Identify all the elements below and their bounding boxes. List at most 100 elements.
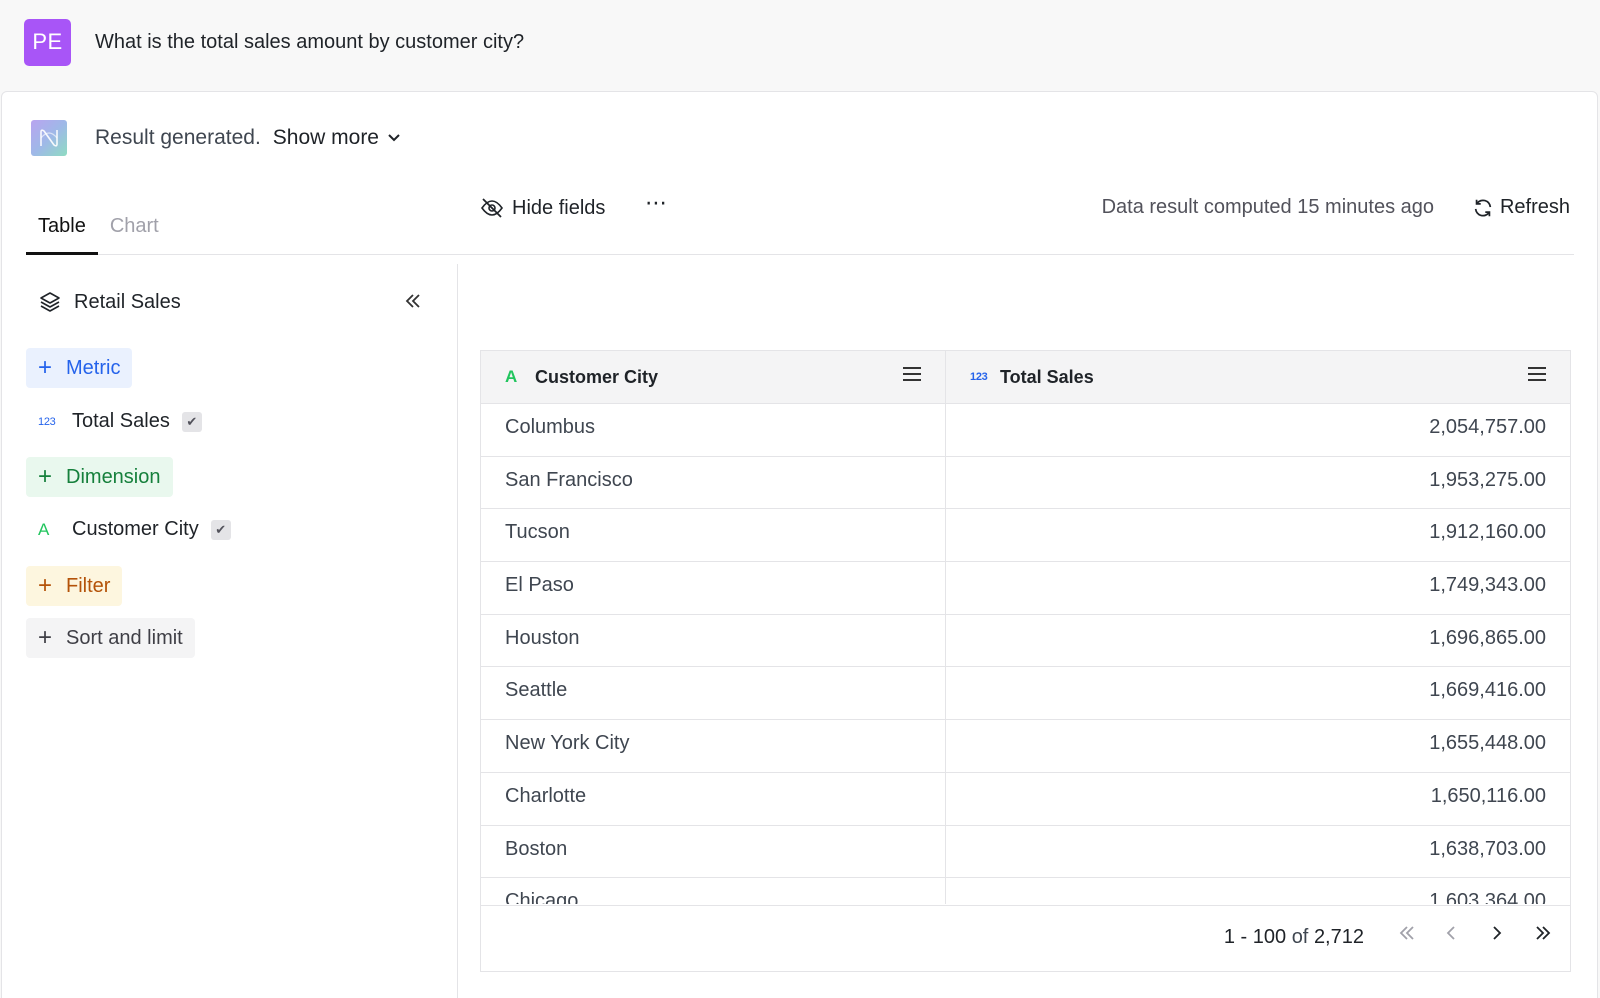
column-header-label: Customer City [535,366,659,387]
chevron-down-icon [388,134,400,142]
table-row: San Francisco 1,953,275.00 [481,456,1570,510]
plus-icon: + [38,624,53,651]
logo-glyph-icon [40,129,58,147]
hide-fields-label: Hide fields [512,196,606,219]
cell-customer-city: Boston [481,825,946,878]
chevron-right-icon [1493,926,1502,940]
cell-total-sales: 2,054,757.00 [1429,416,1546,438]
query-builder-sidebar: Retail Sales + Metric 123 Total Sales ✔ … [26,264,458,998]
table-body: Columbus 2,054,757.00 San Francisco 1,953,2… [481,404,1570,904]
add-dimension-label: Dimension [66,465,161,488]
cell-total-sales: 1,638,703.00 [1429,837,1546,860]
tab-table[interactable]: Table [26,207,98,255]
add-dimension-button[interactable]: + Dimension [26,457,173,497]
table-row: Tucson 1,912,160.00 [481,509,1570,563]
text-type-icon: A [505,367,518,386]
numeric-type-icon: 123 [970,371,988,383]
column-header-total-sales[interactable]: 123 Total Sales [946,351,1570,403]
cell-customer-city: San Francisco [481,456,946,509]
cell-total-sales: 1,650,116.00 [1430,784,1546,807]
text-type-icon: A [38,519,50,539]
computed-status-text: Data result computed 15 minutes ago [1101,196,1434,218]
cell-customer-city: Houston [481,614,946,667]
cell-customer-city: Tucson [481,509,946,562]
sort-and-limit-label: Sort and limit [66,626,183,649]
cell-total-sales: 1,696,865.00 [1429,626,1546,649]
add-filter-label: Filter [66,574,111,597]
metric-field-total-sales[interactable]: 123 Total Sales ✔ [38,410,202,433]
cell-customer-city: Charlotte [481,772,946,825]
cell-total-sales: 1,749,343.00 [1429,574,1546,597]
previous-page-button[interactable] [1442,922,1460,948]
refresh-button[interactable]: Refresh [1472,196,1570,219]
pagination: 1 - 100 of 2,712 [481,905,1570,971]
dataset-name: Retail Sales [74,290,181,313]
table-header: A Customer City 123 Total Sales [481,351,1570,404]
plus-icon: + [38,572,53,599]
show-more-button[interactable]: Show more [273,126,401,150]
tab-chart[interactable]: Chart [98,207,171,255]
table-row: Columbus 2,054,757.00 [481,404,1570,457]
dimension-field-customer-city[interactable]: A Customer City ✔ [38,518,231,541]
add-filter-button[interactable]: + Filter [26,566,123,606]
add-metric-button[interactable]: + Metric [26,348,133,388]
cell-customer-city: Chicago [481,878,946,904]
pagination-total: 2,712 [1313,926,1364,948]
results-table: A Customer City 123 Total Sales Columbus… [480,350,1571,972]
result-status-row: Result generated. Show more [31,120,401,156]
chevrons-left-icon [1399,926,1414,940]
table-toolbar: Hide fields ⋯ Data result computed 15 mi… [480,190,1570,226]
refresh-label: Refresh [1499,196,1570,218]
table-row: Charlotte 1,650,116.00 [481,772,1570,826]
pagination-range-value: 1 - 100 [1223,926,1287,948]
last-page-button[interactable] [1534,922,1552,948]
cell-total-sales: 1,953,275.00 [1429,468,1546,491]
pagination-range: 1 - 100 of 2,712 [1224,926,1364,949]
table-row: Seattle 1,669,416.00 [481,667,1570,721]
first-page-button[interactable] [1398,922,1416,948]
cell-total-sales: 1,603,364.00 [1429,890,1546,904]
table-row: Chicago 1,603,364.00 [481,878,1570,904]
next-page-button[interactable] [1488,922,1506,948]
cell-total-sales: 1,669,416.00 [1429,679,1546,702]
check-icon: ✔ [210,519,231,540]
assistant-logo-icon [31,120,67,156]
table-row: Boston 1,638,703.00 [481,825,1570,879]
check-icon: ✔ [181,411,202,432]
collapse-sidebar-button[interactable] [404,290,422,316]
chevrons-right-icon [1536,926,1551,940]
chevrons-left-icon [405,294,420,308]
layers-icon [40,292,60,312]
cell-customer-city: New York City [481,720,946,772]
chevron-left-icon [1446,926,1455,940]
result-status-text: Result generated. [95,126,261,149]
cell-customer-city: El Paso [481,562,946,614]
column-menu-icon[interactable] [1526,365,1548,389]
add-metric-label: Metric [66,356,121,379]
sort-and-limit-button[interactable]: + Sort and limit [26,618,195,658]
dimension-field-label: Customer City [72,518,199,540]
plus-icon: + [38,354,53,381]
cell-customer-city: Seattle [481,667,946,720]
hide-fields-button[interactable]: Hide fields [480,196,605,220]
dataset-header: Retail Sales [38,290,181,314]
user-avatar: PE [24,18,71,66]
column-header-label: Total Sales [1000,366,1094,387]
question-text: What is the total sales amount by custom… [95,30,525,53]
more-options-button[interactable]: ⋯ [645,190,668,216]
cell-customer-city: Columbus [481,404,946,456]
table-row: Houston 1,696,865.00 [481,614,1570,668]
show-more-label: Show more [272,126,379,149]
refresh-icon [1474,198,1492,217]
column-menu-icon[interactable] [901,365,923,389]
plus-icon: + [38,463,53,490]
question-bar: PE What is the total sales amount by cus… [24,18,524,66]
metric-field-label: Total Sales [72,410,170,432]
table-row: El Paso 1,749,343.00 [481,562,1570,615]
cell-total-sales: 1,912,160.00 [1429,521,1546,544]
column-header-customer-city[interactable]: A Customer City [481,351,946,403]
pagination-of-label: of [1291,926,1309,948]
table-row: New York City 1,655,448.00 [481,720,1570,773]
eye-off-icon [481,198,503,218]
cell-total-sales: 1,655,448.00 [1429,732,1546,755]
